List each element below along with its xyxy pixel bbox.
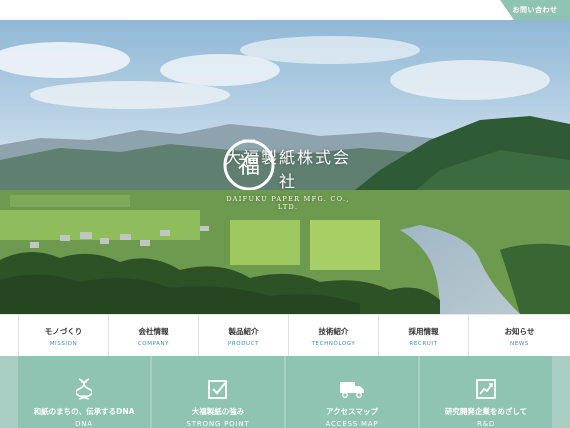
feature-dna-link[interactable]: 和紙のまちの、伝承するDNA DNA (18, 356, 150, 428)
nav-item-recruit[interactable]: 採用情報 RECRUIT (379, 315, 469, 357)
company-name-en: DAIFUKU PAPER MFG. CO., LTD. (226, 195, 350, 211)
feature-title-jp: 研究開発企業をめざして (444, 407, 528, 416)
feature-title-en: R&D (476, 420, 496, 428)
nav-label-en: PRODUCT (227, 340, 260, 347)
feature-access-map-link[interactable]: アクセスマップ ACCESS MAP (286, 356, 418, 428)
nav-label-jp: 技術紹介 (318, 326, 349, 336)
feature-title-en: DNA (75, 420, 93, 428)
nav-label-jp: モノづくり (44, 326, 83, 336)
fuku-emblem-icon: 福 (223, 139, 275, 190)
feature-title-jp: 大福製紙の強み (191, 407, 245, 416)
top-bar (0, 0, 570, 20)
chart-icon (475, 378, 497, 400)
feature-strong-point-link[interactable]: 大福製紙の強み STRONG POINT (152, 356, 284, 428)
nav-item-technology[interactable]: 技術紹介 TECHNOLOGY (289, 315, 379, 357)
nav-label-en: NEWS (510, 340, 529, 347)
main-nav: モノづくり MISSION 会社情報 COMPANY 製品紹介 PRODUCT … (0, 314, 570, 357)
nav-label-en: RECRUIT (409, 340, 438, 347)
dna-icon (76, 378, 92, 400)
nav-label-jp: 会社情報 (138, 326, 169, 336)
feature-title-en: STRONG POINT (186, 420, 250, 428)
nav-item-news[interactable]: お知らせ NEWS (469, 315, 570, 357)
feature-title-jp: アクセスマップ (326, 407, 378, 416)
nav-label-en: MISSION (49, 340, 78, 347)
nav-label-en: TECHNOLOGY (311, 340, 356, 347)
nav-item-company[interactable]: 会社情報 COMPANY (109, 315, 199, 357)
feature-title-jp: 和紙のまちの、伝承するDNA (33, 407, 135, 416)
nav-label-en: COMPANY (137, 340, 170, 347)
nav-item-mission[interactable]: モノづくり MISSION (18, 315, 109, 357)
nav-label-jp: お知らせ (504, 326, 535, 336)
company-logo[interactable]: 福 大福製紙株式会社 DAIFUKU PAPER MFG. CO., LTD. (222, 138, 354, 211)
nav-label-jp: 採用情報 (408, 326, 439, 336)
nav-label-jp: 製品紹介 (228, 326, 259, 336)
logo-kanji: 福 (238, 154, 260, 179)
hero-image: 福 大福製紙株式会社 DAIFUKU PAPER MFG. CO., LTD. (0, 20, 570, 314)
feature-links: 和紙のまちの、伝承するDNA DNA 大福製紙の強み STRONG POINT … (0, 356, 570, 428)
feature-rd-link[interactable]: 研究開発企業をめざして R&D (420, 356, 552, 428)
truck-icon (339, 378, 365, 400)
nav-item-product[interactable]: 製品紹介 PRODUCT (199, 315, 289, 357)
checkbox-icon (207, 378, 229, 400)
feature-title-en: ACCESS MAP (325, 420, 379, 428)
